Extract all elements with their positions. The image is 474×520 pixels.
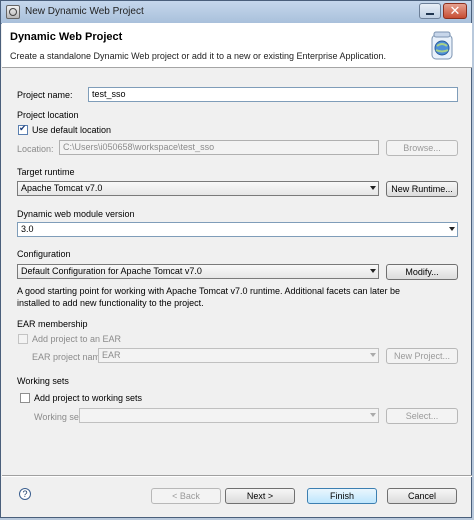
new-runtime-button[interactable]: New Runtime... bbox=[386, 181, 458, 197]
app-window-icon bbox=[6, 5, 20, 19]
modify-button[interactable]: Modify... bbox=[386, 264, 458, 280]
help-icon[interactable]: ? bbox=[19, 488, 31, 500]
window-title: New Dynamic Web Project bbox=[25, 6, 144, 17]
project-name-label: Project name: bbox=[17, 90, 73, 100]
target-runtime-value: Apache Tomcat v7.0 bbox=[21, 183, 103, 193]
select-working-sets-button[interactable]: Select... bbox=[386, 408, 458, 424]
dropdown-arrow-icon bbox=[449, 227, 455, 231]
footer-divider bbox=[2, 475, 472, 477]
configuration-value: Default Configuration for Apache Tomcat … bbox=[21, 266, 202, 276]
location-input[interactable]: C:\Users\i050658\workspace\test_sso bbox=[59, 140, 379, 155]
add-to-ear-checkbox[interactable] bbox=[18, 334, 28, 344]
add-to-working-sets-label: Add project to working sets bbox=[34, 393, 143, 403]
ear-project-name-select[interactable]: EAR bbox=[98, 348, 379, 363]
wizard-header: Dynamic Web Project Create a standalone … bbox=[2, 23, 472, 68]
location-label: Location: bbox=[17, 144, 54, 154]
ear-project-name-value: EAR bbox=[102, 350, 121, 360]
dropdown-arrow-icon bbox=[370, 413, 376, 417]
working-sets-group-label: Working sets bbox=[17, 376, 69, 386]
page-title: Dynamic Web Project bbox=[10, 31, 123, 43]
configuration-description-line2: installed to add new functionality to th… bbox=[17, 298, 204, 308]
use-default-location-label: Use default location bbox=[32, 125, 112, 135]
configuration-label: Configuration bbox=[17, 249, 71, 259]
add-to-working-sets-checkbox[interactable] bbox=[20, 393, 30, 403]
next-button[interactable]: Next > bbox=[225, 488, 295, 504]
configuration-description-line1: A good starting point for working with A… bbox=[17, 286, 401, 296]
minimize-icon[interactable] bbox=[419, 3, 441, 19]
add-to-ear-label: Add project to an EAR bbox=[32, 334, 122, 344]
back-button[interactable]: < Back bbox=[151, 488, 221, 504]
module-version-select[interactable]: 3.0 bbox=[17, 222, 458, 237]
finish-button[interactable]: Finish bbox=[307, 488, 377, 504]
module-version-value: 3.0 bbox=[21, 224, 34, 234]
dropdown-arrow-icon bbox=[370, 186, 376, 190]
browse-button[interactable]: Browse... bbox=[386, 140, 458, 156]
new-ear-project-button[interactable]: New Project... bbox=[386, 348, 458, 364]
new-dynamic-web-project-dialog: New Dynamic Web Project ✕ Dynamic Web Pr… bbox=[0, 0, 472, 518]
cancel-button[interactable]: Cancel bbox=[387, 488, 457, 504]
title-bar[interactable]: New Dynamic Web Project ✕ bbox=[1, 1, 471, 24]
target-runtime-select[interactable]: Apache Tomcat v7.0 bbox=[17, 181, 379, 196]
page-description: Create a standalone Dynamic Web project … bbox=[10, 51, 387, 61]
project-location-group-label: Project location bbox=[17, 110, 79, 120]
project-name-input[interactable]: test_sso bbox=[88, 87, 458, 102]
dropdown-arrow-icon bbox=[370, 353, 376, 357]
module-version-label: Dynamic web module version bbox=[17, 209, 135, 219]
configuration-select[interactable]: Default Configuration for Apache Tomcat … bbox=[17, 264, 379, 279]
use-default-location-checkbox[interactable] bbox=[18, 123, 28, 135]
close-icon[interactable]: ✕ bbox=[443, 3, 467, 19]
ear-project-name-label: EAR project name: bbox=[32, 352, 108, 362]
dropdown-arrow-icon bbox=[370, 269, 376, 273]
ear-membership-group-label: EAR membership bbox=[17, 319, 88, 329]
working-sets-select[interactable] bbox=[79, 408, 379, 423]
wizard-globe-jar-icon bbox=[431, 31, 453, 60]
target-runtime-label: Target runtime bbox=[17, 167, 75, 177]
